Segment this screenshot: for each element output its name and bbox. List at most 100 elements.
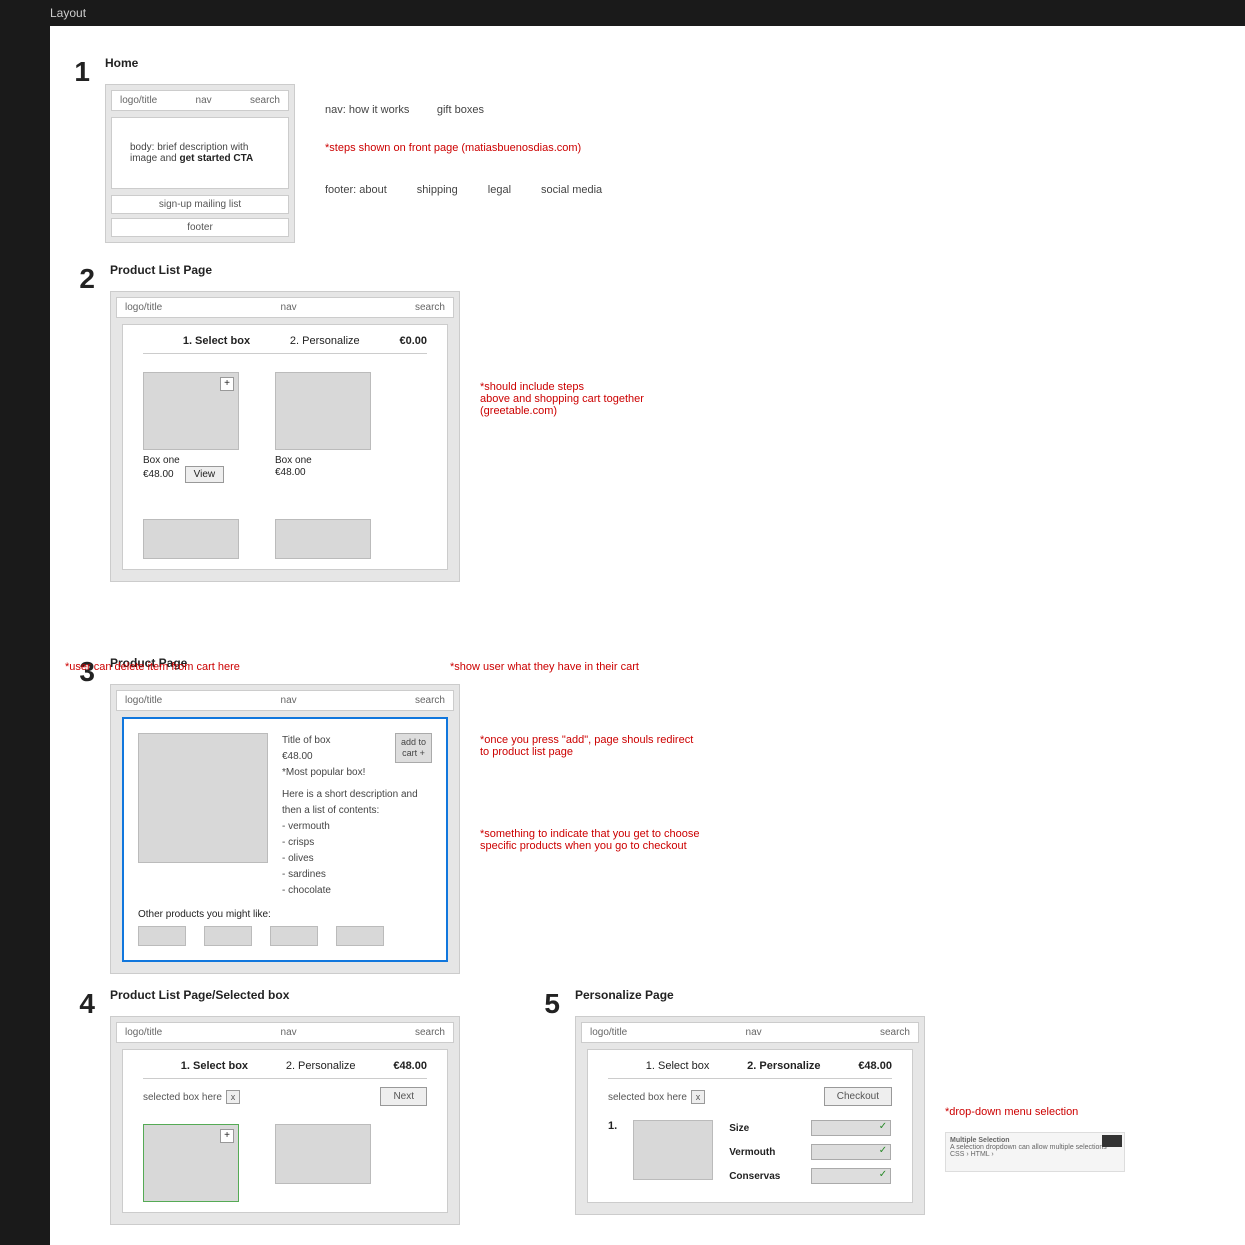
cart-total: €0.00 <box>399 335 427 347</box>
item: - chocolate <box>282 883 432 899</box>
dropdown-size[interactable] <box>811 1120 891 1136</box>
plp-header: logo/title nav search <box>116 297 454 318</box>
search-label: search <box>415 1027 445 1038</box>
annot-3b: *something to indicate that you get to c… <box>480 828 700 852</box>
plus-icon[interactable]: + <box>220 1129 234 1143</box>
annot-4-left: *user can delete item from cart here <box>65 661 240 673</box>
opt-size: Size <box>729 1123 799 1134</box>
footer-legal: legal <box>488 184 511 196</box>
product-card[interactable]: + Box one €48.00 View <box>143 372 239 483</box>
section-title-1: Home <box>105 56 602 70</box>
mshot-sub: A selection dropdown can allow multiple … <box>950 1144 1107 1151</box>
product-thumb <box>275 1124 371 1184</box>
nav-label: nav <box>281 1027 297 1038</box>
section-title-4: Product List Page/Selected box <box>110 988 460 1002</box>
nav-label: nav <box>746 1027 762 1038</box>
footer-shipping: shipping <box>417 184 458 196</box>
logo-label: logo/title <box>120 95 157 106</box>
remove-button[interactable]: x <box>226 1090 240 1104</box>
product-price: €48.00 <box>143 469 174 480</box>
logo-label: logo/title <box>125 1027 162 1038</box>
step-2: 2. Personalize <box>286 1060 356 1072</box>
plus-icon[interactable]: + <box>220 377 234 391</box>
dropdown-vermouth[interactable] <box>811 1144 891 1160</box>
footer-row: footer <box>111 218 289 237</box>
topbar: Layout <box>0 0 1245 26</box>
box-tag: *Most popular box! <box>282 765 432 781</box>
nav-note: nav: how it works gift boxes <box>325 104 602 116</box>
plp-wireframe: logo/title nav search 1. Select box 2. P… <box>110 291 460 582</box>
item: - vermouth <box>282 819 432 835</box>
step-1: 1. Select box <box>646 1060 710 1072</box>
product-thumb <box>275 372 371 450</box>
logo-label: logo/title <box>125 302 162 313</box>
logo-label: logo/title <box>590 1027 627 1038</box>
annot-2: *should include steps above and shopping… <box>480 381 644 417</box>
section-num-2: 2 <box>55 263 95 295</box>
search-label: search <box>880 1027 910 1038</box>
opt-conservas: Conservas <box>729 1171 799 1182</box>
canvas: 1 Home logo/title nav search body: brief… <box>50 26 1245 1245</box>
mshot-title: Multiple Selection <box>950 1137 1010 1144</box>
annot-5: *drop-down menu selection <box>945 1106 1125 1118</box>
pers-header: logo/title nav search <box>581 1022 919 1043</box>
product-image <box>138 733 268 863</box>
next-button[interactable]: Next <box>380 1087 427 1106</box>
product-card[interactable]: Box one €48.00 <box>275 372 371 483</box>
search-label: search <box>415 302 445 313</box>
nav-label: nav <box>281 695 297 706</box>
product-image <box>633 1120 713 1180</box>
nav-label: nav <box>281 302 297 313</box>
section-num-4: 4 <box>55 988 95 1020</box>
other-thumbs <box>138 926 432 946</box>
other-products-label: Other products you might like: <box>138 909 432 920</box>
selected-box-label: selected box here <box>608 1092 687 1103</box>
cart-total: €48.00 <box>393 1060 427 1072</box>
dropdown-conservas[interactable] <box>811 1168 891 1184</box>
signup-row: sign-up mailing list <box>111 195 289 214</box>
plp-header: logo/title nav search <box>116 1022 454 1043</box>
remove-button[interactable]: x <box>691 1090 705 1104</box>
checkout-button[interactable]: Checkout <box>824 1087 892 1106</box>
item: - crisps <box>282 835 432 851</box>
footer-labels: footer: about shipping legal social medi… <box>325 184 602 196</box>
product-price: €48.00 <box>275 467 306 478</box>
item: - sardines <box>282 867 432 883</box>
list-num: 1. <box>608 1120 617 1192</box>
search-label: search <box>250 95 280 106</box>
product-thumb: + <box>143 372 239 450</box>
red-note-1: *steps shown on front page (matiasbuenos… <box>325 142 602 154</box>
footer-social: social media <box>541 184 602 196</box>
section-num-1: 1 <box>50 56 90 88</box>
step-1: 1. Select box <box>183 335 250 347</box>
nav-label: nav <box>196 95 212 106</box>
section-title-5: Personalize Page <box>575 988 1125 1002</box>
product-thumb <box>143 519 239 559</box>
personalize-wireframe: logo/title nav search 1. Select box 2. P… <box>575 1016 925 1215</box>
product-thumb: + <box>143 1124 239 1202</box>
step-2: 2. Personalize <box>290 335 360 347</box>
product-thumb <box>275 519 371 559</box>
pp-header: logo/title nav search <box>116 690 454 711</box>
home-wireframe: logo/title nav search body: brief descri… <box>105 84 295 243</box>
product-name: Box one <box>275 455 371 466</box>
add-to-cart-button[interactable]: add to cart + <box>395 733 432 763</box>
annot-3a: *once you press "add", page shouls redir… <box>480 734 700 758</box>
cart-total: €48.00 <box>858 1060 892 1072</box>
footer-about: footer: about <box>325 184 387 196</box>
annot-4-right: *show user what they have in their cart <box>450 661 639 673</box>
box-desc: Here is a short description and then a l… <box>282 787 432 819</box>
section-title-2: Product List Page <box>110 263 644 277</box>
body-cta: get started CTA <box>179 153 253 164</box>
product-card-selected[interactable]: + <box>143 1124 239 1202</box>
reference-screenshot: Multiple Selection A selection dropdown … <box>945 1132 1125 1172</box>
wire-header: logo/title nav search <box>111 90 289 111</box>
view-button[interactable]: View <box>185 466 225 483</box>
opt-vermouth: Vermouth <box>729 1147 799 1158</box>
home-body: body: brief description with image and g… <box>111 117 289 189</box>
selected-box-label: selected box here <box>143 1092 222 1103</box>
step-1: 1. Select box <box>181 1060 248 1072</box>
product-page-wireframe: logo/title nav search add to cart + Titl… <box>110 684 460 974</box>
item: - olives <box>282 851 432 867</box>
logo-label: logo/title <box>125 695 162 706</box>
